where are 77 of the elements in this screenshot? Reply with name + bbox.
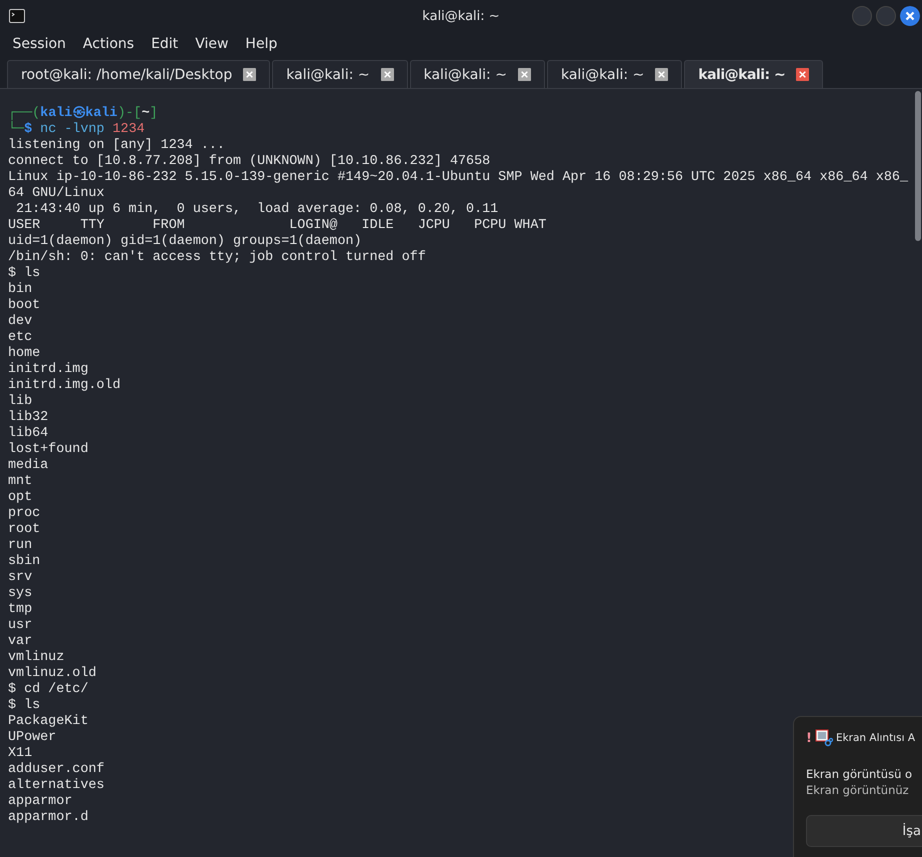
output-line: $ cd /etc/ (8, 682, 88, 698)
output-line: apparmor.d (8, 810, 88, 826)
output-line: vmlinuz (8, 650, 64, 666)
close-icon[interactable] (900, 6, 920, 26)
menu-item[interactable]: Help (236, 36, 286, 52)
output-line: adduser.conf (8, 762, 104, 778)
close-tab-icon[interactable] (518, 68, 531, 81)
output-line: mnt (8, 474, 32, 490)
output-line: $ ls (8, 266, 40, 282)
output-line: lib64 (8, 426, 48, 442)
prompt-frame: )-[ (117, 106, 142, 121)
output-line: UPower (8, 730, 56, 746)
menu-item[interactable]: Edit (142, 36, 187, 52)
output-line: tmp (8, 602, 32, 618)
menu-item[interactable]: Session (4, 36, 74, 52)
output-line: sys (8, 586, 32, 602)
output-line: boot (8, 298, 40, 314)
terminal-tab[interactable]: kali@kali: ~ (410, 60, 545, 88)
output-line: root (8, 522, 40, 538)
output-line: dev (8, 314, 32, 330)
terminal-tab[interactable]: root@kali: /home/kali/Desktop (7, 60, 270, 88)
output-line: alternatives (8, 778, 104, 794)
close-tab-icon[interactable] (796, 68, 810, 81)
prompt-frame: ] (150, 106, 158, 121)
output-line: 21:43:40 up 6 min, 0 users, load average: 0.08, 0.20, 0.11 (15, 202, 498, 218)
terminal-tab[interactable]: kali@kali: ~ (272, 60, 408, 88)
output-line: initrd.img.old (8, 378, 120, 394)
output-line: home (8, 346, 40, 362)
notification-title: Ekran görüntüsü o (806, 767, 912, 781)
output-line: var (8, 634, 32, 650)
close-tab-icon[interactable] (243, 68, 256, 81)
output-line: Linux ip-10-10-86-232 5.15.0-139-generic #149~20.04.1-Ubuntu SMP Wed Apr 16 08:29:56 UTC 2025 x86_64 x86_64 x86_ (8, 170, 908, 186)
menu-item[interactable]: View (186, 36, 237, 52)
terminal-tab[interactable]: kali@kali: ~ (684, 60, 824, 88)
output-line: etc (8, 330, 32, 346)
prompt-symbol: $ (24, 122, 32, 137)
output-line: connect to [10.8.77.208] from (UNKNOWN) [10.10.86.232] 47658 (8, 154, 490, 170)
prompt-frame: ┌──( (8, 106, 40, 121)
output-line: proc (8, 506, 40, 522)
close-tab-icon[interactable] (655, 68, 668, 81)
output-line: usr (8, 618, 32, 634)
close-tab-icon[interactable] (380, 68, 394, 81)
output-line: apparmor (8, 794, 72, 810)
command-argument: 1234 (112, 122, 145, 137)
output-line: X11 (8, 746, 32, 762)
notification-button[interactable]: İşa (806, 815, 922, 847)
menu-item[interactable]: Actions (74, 36, 143, 52)
output-line: srv (8, 570, 32, 586)
output-line: lib (8, 394, 32, 410)
prompt-user-host: kali㉿kali (40, 106, 118, 121)
output-line: initrd.img (8, 362, 88, 378)
output-line: 64 GNU/Linux (8, 186, 104, 202)
output-line: listening on [any] 1234 ... (8, 138, 225, 154)
output-line: USER TTY FROM LOGIN@ IDLE JCPU PCPU WHAT (8, 218, 546, 234)
notification-body: Ekran görüntünüz (806, 783, 909, 797)
prompt-frame: └─ (8, 122, 24, 137)
command-text: nc -lvnp (40, 122, 104, 137)
notification-app-name: Ekran Alıntısı A (836, 732, 916, 744)
output-line: $ ls (8, 698, 40, 714)
output-line: PackageKit (8, 714, 88, 730)
window-title: kali@kali: ~ (422, 8, 500, 24)
output-line: vmlinuz.old (8, 666, 96, 682)
output-line: lib32 (8, 410, 48, 426)
terminal-icon (9, 9, 25, 23)
output-line: media (8, 458, 48, 474)
prompt-directory: ~ (142, 106, 150, 121)
output-line: run (8, 538, 32, 554)
scrollbar-thumb[interactable] (915, 91, 921, 241)
terminal-tab[interactable]: kali@kali: ~ (546, 60, 682, 88)
alert-icon: ! (806, 730, 812, 746)
output-line: lost+found (8, 442, 88, 458)
output-line: uid=1(daemon) gid=1(daemon) groups=1(daemon) (8, 234, 362, 250)
output-line: sbin (8, 554, 40, 570)
snipping-tool-icon (814, 729, 833, 747)
output-line: /bin/sh: 0: can't access tty; job control turned off (8, 250, 426, 266)
output-line: opt (8, 490, 32, 506)
output-line: bin (8, 282, 32, 298)
